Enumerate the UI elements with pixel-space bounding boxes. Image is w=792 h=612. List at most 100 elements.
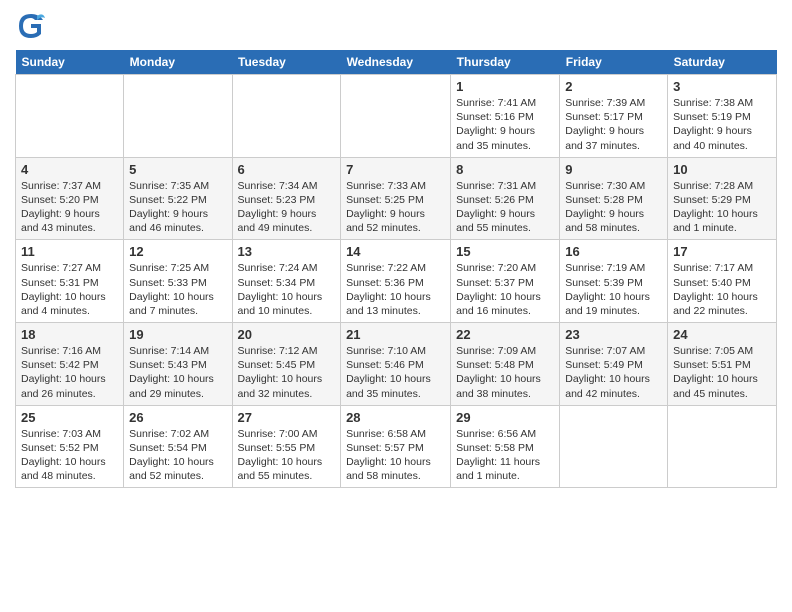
day-info: Sunrise: 7:35 AM Sunset: 5:22 PM Dayligh… [129, 179, 226, 236]
calendar-day-16: 16 Sunrise: 7:19 AM Sunset: 5:39 PM Dayli… [560, 240, 668, 323]
calendar-week-row: 25 Sunrise: 7:03 AM Sunset: 5:52 PM Dayli… [16, 405, 777, 488]
calendar-day-21: 21 Sunrise: 7:10 AM Sunset: 5:46 PM Dayli… [341, 323, 451, 406]
day-number: 29 [456, 410, 554, 425]
day-info: Sunrise: 7:28 AM Sunset: 5:29 PM Dayligh… [673, 179, 771, 236]
calendar-day-27: 27 Sunrise: 7:00 AM Sunset: 5:55 PM Dayli… [232, 405, 341, 488]
calendar-week-row: 1 Sunrise: 7:41 AM Sunset: 5:16 PM Daylig… [16, 75, 777, 158]
day-info: Sunrise: 7:05 AM Sunset: 5:51 PM Dayligh… [673, 344, 771, 401]
calendar-day-1: 1 Sunrise: 7:41 AM Sunset: 5:16 PM Daylig… [451, 75, 560, 158]
empty-day-cell [341, 75, 451, 158]
day-number: 3 [673, 79, 771, 94]
empty-day-cell [16, 75, 124, 158]
day-info: Sunrise: 7:16 AM Sunset: 5:42 PM Dayligh… [21, 344, 118, 401]
day-info: Sunrise: 7:17 AM Sunset: 5:40 PM Dayligh… [673, 261, 771, 318]
day-info: Sunrise: 7:30 AM Sunset: 5:28 PM Dayligh… [565, 179, 662, 236]
day-number: 9 [565, 162, 662, 177]
empty-day-cell [668, 405, 777, 488]
weekday-header-row: SundayMondayTuesdayWednesdayThursdayFrid… [16, 50, 777, 75]
calendar-day-3: 3 Sunrise: 7:38 AM Sunset: 5:19 PM Daylig… [668, 75, 777, 158]
calendar-day-8: 8 Sunrise: 7:31 AM Sunset: 5:26 PM Daylig… [451, 157, 560, 240]
day-number: 13 [238, 244, 336, 259]
calendar-day-18: 18 Sunrise: 7:16 AM Sunset: 5:42 PM Dayli… [16, 323, 124, 406]
page-header [15, 10, 777, 42]
weekday-header-wednesday: Wednesday [341, 50, 451, 75]
day-info: Sunrise: 7:10 AM Sunset: 5:46 PM Dayligh… [346, 344, 445, 401]
day-number: 25 [21, 410, 118, 425]
day-info: Sunrise: 7:38 AM Sunset: 5:19 PM Dayligh… [673, 96, 771, 153]
day-info: Sunrise: 7:09 AM Sunset: 5:48 PM Dayligh… [456, 344, 554, 401]
day-number: 23 [565, 327, 662, 342]
calendar-day-23: 23 Sunrise: 7:07 AM Sunset: 5:49 PM Dayli… [560, 323, 668, 406]
day-info: Sunrise: 7:19 AM Sunset: 5:39 PM Dayligh… [565, 261, 662, 318]
logo-icon [15, 10, 47, 42]
calendar-day-14: 14 Sunrise: 7:22 AM Sunset: 5:36 PM Dayli… [341, 240, 451, 323]
calendar-day-24: 24Sunrise: 7:05 AM Sunset: 5:51 PM Dayli… [668, 323, 777, 406]
day-info: Sunrise: 7:07 AM Sunset: 5:49 PM Dayligh… [565, 344, 662, 401]
calendar-day-17: 17 Sunrise: 7:17 AM Sunset: 5:40 PM Dayli… [668, 240, 777, 323]
day-number: 7 [346, 162, 445, 177]
calendar-day-10: 10 Sunrise: 7:28 AM Sunset: 5:29 PM Dayli… [668, 157, 777, 240]
calendar-week-row: 4 Sunrise: 7:37 AM Sunset: 5:20 PM Daylig… [16, 157, 777, 240]
day-number: 14 [346, 244, 445, 259]
weekday-header-thursday: Thursday [451, 50, 560, 75]
calendar-day-11: 11 Sunrise: 7:27 AM Sunset: 5:31 PM Dayli… [16, 240, 124, 323]
day-info: Sunrise: 6:58 AM Sunset: 5:57 PM Dayligh… [346, 427, 445, 484]
day-info: Sunrise: 7:22 AM Sunset: 5:36 PM Dayligh… [346, 261, 445, 318]
calendar-day-2: 2Sunrise: 7:39 AM Sunset: 5:17 PM Daylig… [560, 75, 668, 158]
day-number: 1 [456, 79, 554, 94]
calendar-day-4: 4 Sunrise: 7:37 AM Sunset: 5:20 PM Daylig… [16, 157, 124, 240]
calendar-day-19: 19Sunrise: 7:14 AM Sunset: 5:43 PM Dayli… [124, 323, 232, 406]
calendar-day-5: 5 Sunrise: 7:35 AM Sunset: 5:22 PM Daylig… [124, 157, 232, 240]
day-number: 27 [238, 410, 336, 425]
day-info: Sunrise: 7:31 AM Sunset: 5:26 PM Dayligh… [456, 179, 554, 236]
day-number: 6 [238, 162, 336, 177]
empty-day-cell [124, 75, 232, 158]
weekday-header-tuesday: Tuesday [232, 50, 341, 75]
logo [15, 10, 51, 42]
calendar-week-row: 11 Sunrise: 7:27 AM Sunset: 5:31 PM Dayli… [16, 240, 777, 323]
day-info: Sunrise: 6:56 AM Sunset: 5:58 PM Dayligh… [456, 427, 554, 484]
calendar-day-9: 9 Sunrise: 7:30 AM Sunset: 5:28 PM Daylig… [560, 157, 668, 240]
day-number: 15 [456, 244, 554, 259]
calendar-day-28: 28 Sunrise: 6:58 AM Sunset: 5:57 PM Dayli… [341, 405, 451, 488]
day-info: Sunrise: 7:20 AM Sunset: 5:37 PM Dayligh… [456, 261, 554, 318]
day-info: Sunrise: 7:02 AM Sunset: 5:54 PM Dayligh… [129, 427, 226, 484]
calendar-day-25: 25 Sunrise: 7:03 AM Sunset: 5:52 PM Dayli… [16, 405, 124, 488]
day-number: 8 [456, 162, 554, 177]
day-info: Sunrise: 7:33 AM Sunset: 5:25 PM Dayligh… [346, 179, 445, 236]
day-info: Sunrise: 7:14 AM Sunset: 5:43 PM Dayligh… [129, 344, 226, 401]
day-info: Sunrise: 7:37 AM Sunset: 5:20 PM Dayligh… [21, 179, 118, 236]
day-number: 16 [565, 244, 662, 259]
weekday-header-monday: Monday [124, 50, 232, 75]
day-info: Sunrise: 7:00 AM Sunset: 5:55 PM Dayligh… [238, 427, 336, 484]
day-number: 21 [346, 327, 445, 342]
calendar-day-6: 6Sunrise: 7:34 AM Sunset: 5:23 PM Daylig… [232, 157, 341, 240]
day-info: Sunrise: 7:27 AM Sunset: 5:31 PM Dayligh… [21, 261, 118, 318]
day-number: 4 [21, 162, 118, 177]
calendar-day-26: 26Sunrise: 7:02 AM Sunset: 5:54 PM Dayli… [124, 405, 232, 488]
day-number: 12 [129, 244, 226, 259]
day-number: 11 [21, 244, 118, 259]
weekday-header-saturday: Saturday [668, 50, 777, 75]
day-info: Sunrise: 7:03 AM Sunset: 5:52 PM Dayligh… [21, 427, 118, 484]
calendar-day-13: 13Sunrise: 7:24 AM Sunset: 5:34 PM Dayli… [232, 240, 341, 323]
day-number: 17 [673, 244, 771, 259]
calendar-day-12: 12Sunrise: 7:25 AM Sunset: 5:33 PM Dayli… [124, 240, 232, 323]
day-info: Sunrise: 7:12 AM Sunset: 5:45 PM Dayligh… [238, 344, 336, 401]
day-number: 28 [346, 410, 445, 425]
day-number: 18 [21, 327, 118, 342]
day-number: 5 [129, 162, 226, 177]
day-number: 2 [565, 79, 662, 94]
weekday-header-sunday: Sunday [16, 50, 124, 75]
calendar-day-22: 22 Sunrise: 7:09 AM Sunset: 5:48 PM Dayli… [451, 323, 560, 406]
calendar-day-29: 29 Sunrise: 6:56 AM Sunset: 5:58 PM Dayli… [451, 405, 560, 488]
day-number: 10 [673, 162, 771, 177]
weekday-header-friday: Friday [560, 50, 668, 75]
day-number: 22 [456, 327, 554, 342]
day-number: 20 [238, 327, 336, 342]
calendar-week-row: 18 Sunrise: 7:16 AM Sunset: 5:42 PM Dayli… [16, 323, 777, 406]
calendar-day-15: 15 Sunrise: 7:20 AM Sunset: 5:37 PM Dayli… [451, 240, 560, 323]
empty-day-cell [560, 405, 668, 488]
day-info: Sunrise: 7:41 AM Sunset: 5:16 PM Dayligh… [456, 96, 554, 153]
calendar-table: SundayMondayTuesdayWednesdayThursdayFrid… [15, 50, 777, 488]
